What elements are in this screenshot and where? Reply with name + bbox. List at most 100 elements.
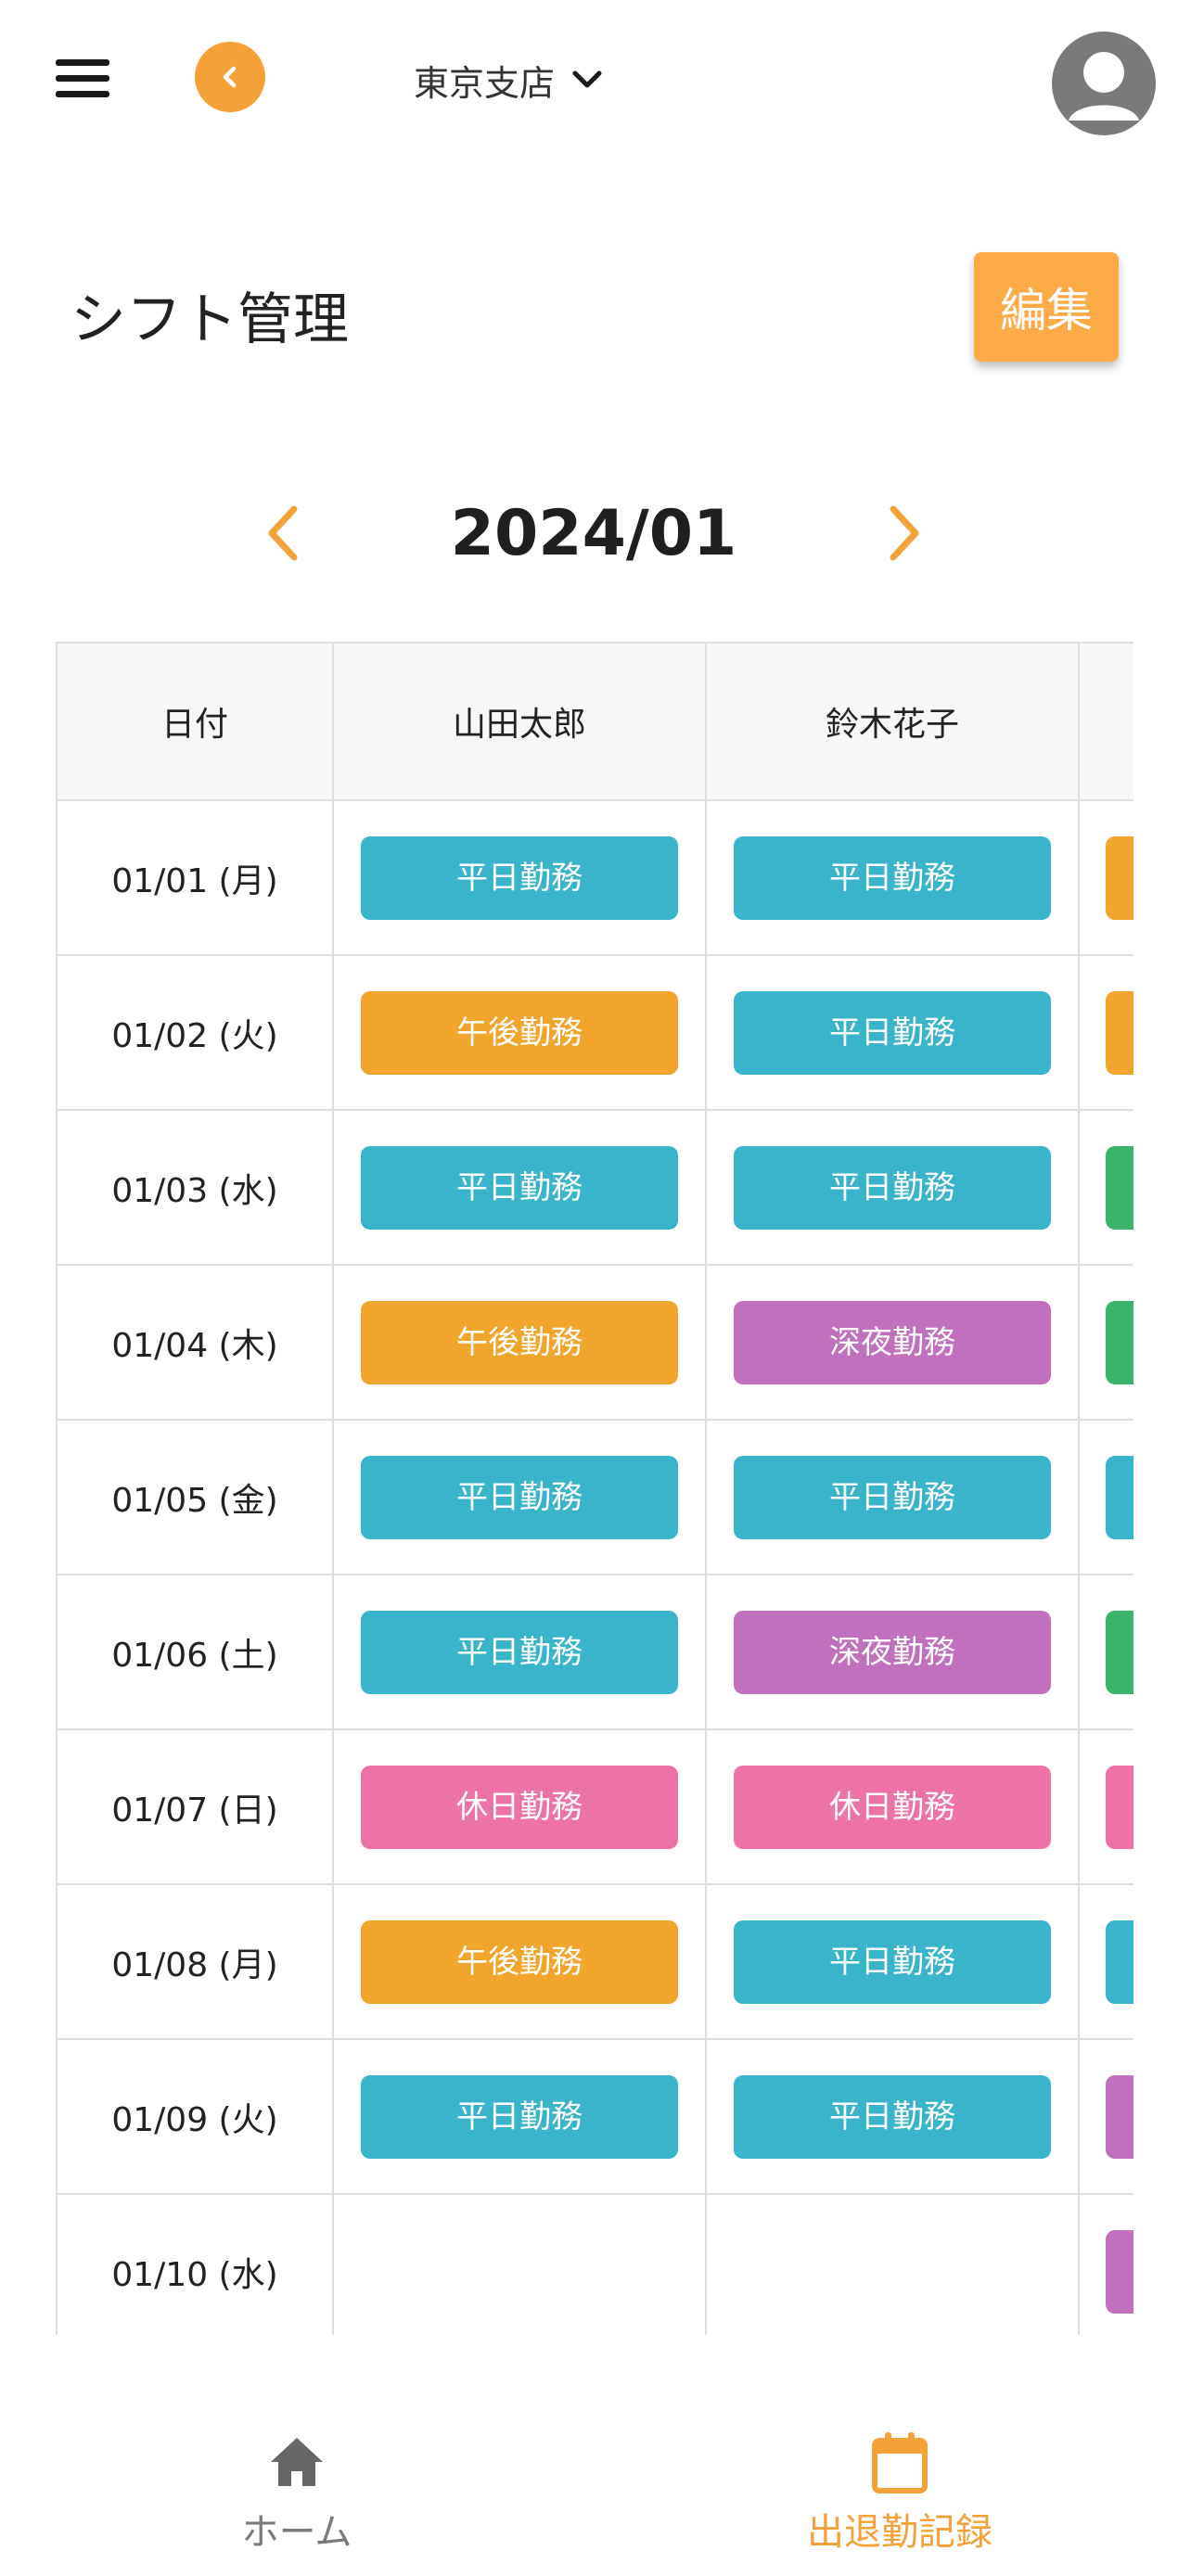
back-button[interactable] bbox=[195, 42, 265, 112]
shift-cell[interactable] bbox=[705, 2193, 1080, 2335]
shift-cell[interactable]: 平日勤務 bbox=[332, 799, 707, 956]
table-row: 01/02 (火) 午後勤務 平日勤務 bbox=[56, 954, 1133, 1111]
shift-cell[interactable]: 平日勤務 bbox=[332, 1574, 707, 1730]
table-row: 01/08 (月) 午後勤務 平日勤務 bbox=[56, 1883, 1133, 2040]
shift-chip[interactable]: 平日勤務 bbox=[734, 1455, 1051, 1539]
shift-cell[interactable]: 平日勤務 bbox=[705, 954, 1080, 1111]
shift-cell[interactable] bbox=[1078, 1574, 1133, 1730]
shift-cell[interactable]: 平日勤務 bbox=[332, 2038, 707, 2195]
shift-cell[interactable]: 平日勤務 bbox=[705, 1883, 1080, 2040]
shift-chip[interactable]: 平日勤務 bbox=[361, 1455, 678, 1539]
calendar-icon bbox=[872, 2432, 928, 2493]
shift-cell[interactable]: 午後勤務 bbox=[332, 1264, 707, 1421]
branch-selector[interactable]: 東京支店 bbox=[414, 54, 603, 106]
shift-chip[interactable] bbox=[1106, 990, 1133, 1075]
table-row: 01/10 (水) bbox=[56, 2193, 1133, 2335]
shift-cell[interactable]: 深夜勤務 bbox=[705, 1264, 1080, 1421]
shift-chip[interactable] bbox=[1106, 1919, 1133, 2004]
shift-chip[interactable]: 深夜勤務 bbox=[734, 1610, 1051, 1694]
shift-cell[interactable]: 平日勤務 bbox=[705, 799, 1080, 956]
shift-table-container[interactable]: 日付 山田太郎 鈴木花子 01/01 (月) 平日勤務 平日勤務 01/02 (火) 午… bbox=[56, 642, 1133, 2335]
shift-chip[interactable]: 平日勤務 bbox=[734, 1145, 1051, 1230]
chevron-left-icon bbox=[268, 505, 298, 561]
shift-chip[interactable] bbox=[1106, 2074, 1133, 2159]
edit-button[interactable]: 編集 bbox=[974, 252, 1119, 362]
shift-cell[interactable]: 午後勤務 bbox=[332, 954, 707, 1111]
chevron-down-icon bbox=[572, 70, 602, 88]
home-icon bbox=[271, 2438, 323, 2486]
table-row: 01/03 (水) 平日勤務 平日勤務 bbox=[56, 1109, 1133, 1266]
next-month-button[interactable] bbox=[872, 501, 937, 566]
shift-chip[interactable]: 平日勤務 bbox=[361, 2074, 678, 2159]
shift-cell[interactable] bbox=[332, 2193, 707, 2335]
date-cell: 01/05 (金) bbox=[56, 1419, 334, 1575]
shift-cell[interactable]: 休日勤務 bbox=[705, 1728, 1080, 1885]
shift-chip[interactable]: 平日勤務 bbox=[734, 835, 1051, 920]
page-title: シフト管理 bbox=[70, 287, 349, 352]
date-cell: 01/08 (月) bbox=[56, 1883, 334, 2040]
shift-management-screen: 東京支店 シフト管理 編集 2024/01 日付 山田太郎 鈴木花子 01/01… bbox=[0, 0, 1191, 2576]
bottom-nav: ホーム 出退勤記録 bbox=[0, 2374, 1191, 2576]
date-cell: 01/10 (水) bbox=[56, 2193, 334, 2335]
chevron-right-icon bbox=[890, 505, 919, 561]
shift-chip[interactable]: 平日勤務 bbox=[734, 1919, 1051, 2004]
shift-cell[interactable]: 深夜勤務 bbox=[705, 1574, 1080, 1730]
shift-chip[interactable]: 午後勤務 bbox=[361, 1919, 678, 2004]
shift-chip[interactable] bbox=[1106, 1455, 1133, 1539]
shift-cell[interactable] bbox=[1078, 1419, 1133, 1575]
shift-chip[interactable]: 平日勤務 bbox=[361, 1610, 678, 1694]
avatar-icon[interactable] bbox=[1052, 32, 1156, 135]
shift-chip[interactable]: 午後勤務 bbox=[361, 990, 678, 1075]
shift-chip[interactable]: 平日勤務 bbox=[734, 2074, 1051, 2159]
shift-cell[interactable]: 平日勤務 bbox=[705, 2038, 1080, 2195]
nav-home[interactable]: ホーム bbox=[186, 2374, 408, 2576]
date-cell: 01/01 (月) bbox=[56, 799, 334, 956]
header-staff-2: 鈴木花子 bbox=[705, 642, 1080, 801]
branch-label: 東京支店 bbox=[414, 62, 556, 104]
shift-cell[interactable] bbox=[1078, 1109, 1133, 1266]
app-header: 東京支店 bbox=[0, 0, 1191, 158]
shift-cell[interactable]: 平日勤務 bbox=[332, 1419, 707, 1575]
shift-chip[interactable] bbox=[1106, 1300, 1133, 1384]
date-cell: 01/04 (木) bbox=[56, 1264, 334, 1421]
date-cell: 01/06 (土) bbox=[56, 1574, 334, 1730]
shift-chip[interactable]: 休日勤務 bbox=[734, 1765, 1051, 1849]
shift-cell[interactable] bbox=[1078, 799, 1133, 956]
current-month: 2024/01 bbox=[450, 497, 737, 570]
shift-cell[interactable]: 午後勤務 bbox=[332, 1883, 707, 2040]
table-row: 01/05 (金) 平日勤務 平日勤務 bbox=[56, 1419, 1133, 1575]
shift-cell[interactable] bbox=[1078, 1728, 1133, 1885]
shift-cell[interactable] bbox=[1078, 954, 1133, 1111]
shift-chip[interactable] bbox=[1106, 835, 1133, 920]
table-row: 01/04 (木) 午後勤務 深夜勤務 bbox=[56, 1264, 1133, 1421]
date-cell: 01/09 (火) bbox=[56, 2038, 334, 2195]
header-date: 日付 bbox=[56, 642, 334, 801]
shift-chip[interactable]: 平日勤務 bbox=[361, 1145, 678, 1230]
date-cell: 01/02 (火) bbox=[56, 954, 334, 1111]
shift-chip[interactable]: 平日勤務 bbox=[361, 835, 678, 920]
shift-chip[interactable]: 深夜勤務 bbox=[734, 1300, 1051, 1384]
shift-chip[interactable]: 休日勤務 bbox=[361, 1765, 678, 1849]
table-row: 01/06 (土) 平日勤務 深夜勤務 bbox=[56, 1574, 1133, 1730]
table-row: 01/01 (月) 平日勤務 平日勤務 bbox=[56, 799, 1133, 956]
nav-attendance-label: 出退勤記録 bbox=[807, 2511, 992, 2554]
shift-chip[interactable]: 午後勤務 bbox=[361, 1300, 678, 1384]
shift-cell[interactable]: 平日勤務 bbox=[705, 1109, 1080, 1266]
shift-cell[interactable]: 平日勤務 bbox=[705, 1419, 1080, 1575]
header-staff-3 bbox=[1078, 642, 1133, 801]
table-row: 01/07 (日) 休日勤務 休日勤務 bbox=[56, 1728, 1133, 1885]
shift-chip[interactable] bbox=[1106, 2229, 1133, 2314]
shift-cell[interactable]: 平日勤務 bbox=[332, 1109, 707, 1266]
shift-chip[interactable] bbox=[1106, 1145, 1133, 1230]
menu-icon[interactable] bbox=[56, 59, 109, 98]
shift-chip[interactable]: 平日勤務 bbox=[734, 990, 1051, 1075]
shift-cell[interactable] bbox=[1078, 2038, 1133, 2195]
nav-attendance[interactable]: 出退勤記録 bbox=[761, 2374, 1039, 2576]
shift-cell[interactable] bbox=[1078, 2193, 1133, 2335]
prev-month-button[interactable] bbox=[250, 501, 315, 566]
shift-chip[interactable] bbox=[1106, 1765, 1133, 1849]
shift-cell[interactable] bbox=[1078, 1883, 1133, 2040]
shift-cell[interactable]: 休日勤務 bbox=[332, 1728, 707, 1885]
shift-chip[interactable] bbox=[1106, 1610, 1133, 1694]
shift-cell[interactable] bbox=[1078, 1264, 1133, 1421]
